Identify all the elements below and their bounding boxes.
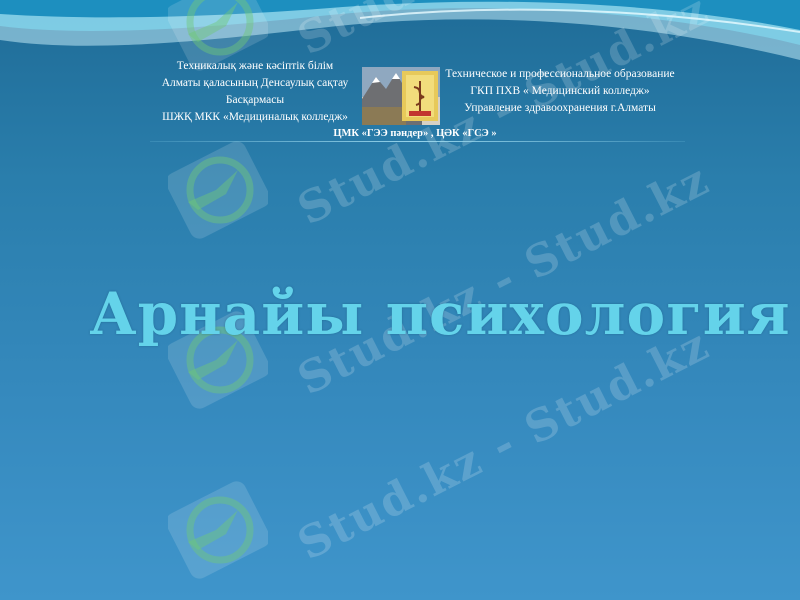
header-left-line: Басқармасы (225, 94, 285, 106)
header-right-line: ГКП ПХВ « Медицинский колледж» (470, 85, 650, 97)
header-left-line: ШЖҚ МКК «Медициналық колледж» (162, 111, 348, 123)
header-kazakh-block: Техникалық және кәсіптік білім Алматы қа… (150, 58, 360, 126)
header-russian-block: Техническое и профессиональное образован… (440, 66, 680, 117)
college-emblem-icon (362, 67, 440, 125)
header-left-line: Техникалық және кәсіптік білім (176, 60, 334, 72)
watermark-text: Stud.kz - Stud.kz (290, 318, 718, 571)
hummingbird-logo-icon (168, 141, 268, 239)
hummingbird-logo-icon (168, 481, 268, 579)
header-divider (150, 141, 685, 142)
header-left-line: Алматы қаласының Денсаулық сақтау (161, 77, 349, 89)
slide-title: Арнайы психология (89, 280, 791, 348)
header-right-line: Техническое и профессиональное образован… (445, 68, 675, 80)
header-right-line: Управление здравоохранения г.Алматы (464, 102, 656, 114)
department-line: ЦМК «ГЭЭ пәндер» , ЦӘК «ГСЭ » (333, 128, 497, 139)
